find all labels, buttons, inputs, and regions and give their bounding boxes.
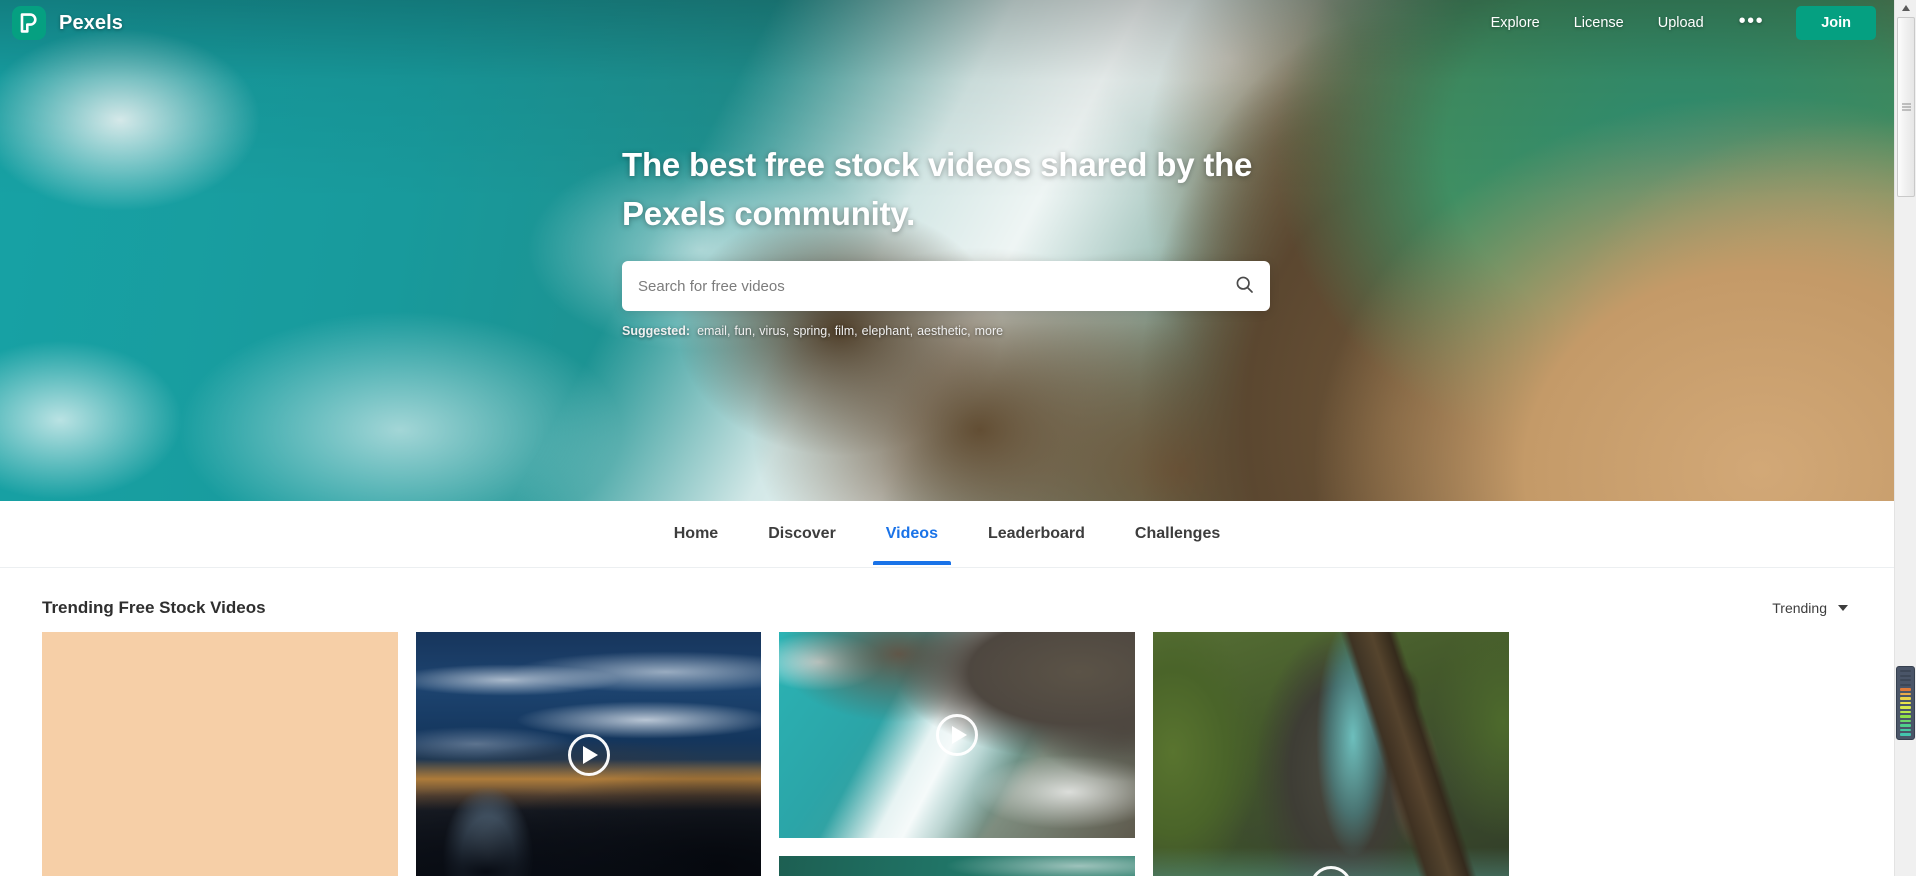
tag-separator: ,: [785, 324, 790, 338]
tab-leaderboard[interactable]: Leaderboard: [963, 503, 1110, 565]
nav-link-license[interactable]: License: [1557, 9, 1641, 37]
level-meter-segment-7: [1900, 701, 1911, 705]
tag-separator: ,: [751, 324, 756, 338]
suggested-label: Suggested:: [622, 324, 691, 338]
level-meter-segment-10: [1900, 715, 1911, 718]
level-meter-segment-8: [1900, 706, 1911, 709]
tag-separator: ,: [909, 324, 914, 338]
suggested-tag-virus[interactable]: virus: [759, 324, 785, 338]
level-meter-segment-12: [1900, 724, 1911, 727]
suggested-tag-email[interactable]: email: [697, 324, 727, 338]
search-bar[interactable]: [622, 261, 1270, 311]
grid-column-2: [416, 632, 761, 876]
brand-name-label: Pexels: [59, 11, 123, 34]
video-thumbnail: [779, 856, 1135, 876]
page-title: Trending Free Stock Videos: [42, 598, 266, 617]
level-meter-segment-4: [1900, 688, 1911, 691]
grid-column-4: [1153, 632, 1509, 876]
video-thumbnail: [416, 632, 761, 876]
browser-viewport: Pexels Explore License Upload ••• Join T…: [0, 0, 1916, 876]
tab-challenges[interactable]: Challenges: [1110, 503, 1245, 565]
video-grid: [0, 624, 1894, 876]
tag-separator: ,: [726, 324, 731, 338]
search-submit-button[interactable]: [1226, 268, 1262, 304]
level-meter-segment-5: [1900, 692, 1911, 696]
level-meter-segment-1: [1900, 674, 1911, 677]
content-tab-bar: Home Discover Videos Leaderboard Challen…: [0, 501, 1894, 568]
video-card-sunset-river[interactable]: [416, 632, 761, 876]
hero-title: The best free stock videos shared by the…: [622, 146, 1253, 232]
video-thumbnail: [42, 632, 398, 876]
sort-dropdown-value: Trending: [1772, 600, 1827, 616]
suggested-tag-more[interactable]: more: [975, 324, 1003, 338]
suggested-searches: Suggested: email, fun, virus, spring, fi…: [622, 324, 1282, 338]
video-card-row2-c[interactable]: [779, 856, 1135, 876]
suggested-tag-aesthetic[interactable]: aesthetic: [917, 324, 967, 338]
level-meter-segment-6: [1900, 697, 1911, 700]
level-meter-segment-3: [1900, 683, 1911, 686]
scrollbar-thumb[interactable]: [1897, 17, 1915, 197]
scrollbar-grip-icon: [1902, 103, 1911, 111]
grid-column-1: [42, 632, 398, 876]
level-meter-segment-9: [1900, 710, 1911, 714]
pexels-p-logo-icon: [12, 6, 46, 40]
sort-dropdown[interactable]: Trending: [1766, 596, 1854, 620]
tag-separator: ,: [967, 324, 971, 338]
page-content: Pexels Explore License Upload ••• Join T…: [0, 0, 1894, 876]
level-meter-segment-14: [1900, 733, 1911, 736]
tab-videos[interactable]: Videos: [861, 503, 963, 565]
top-navigation-bar: Pexels Explore License Upload ••• Join: [0, 0, 1894, 46]
chevron-down-icon: [1838, 605, 1848, 611]
nav-link-upload[interactable]: Upload: [1641, 9, 1721, 37]
join-button[interactable]: Join: [1796, 6, 1876, 40]
search-icon: [1234, 274, 1255, 298]
level-meter-widget[interactable]: [1896, 666, 1915, 740]
level-meter-segment-11: [1900, 719, 1911, 723]
suggested-tag-elephant[interactable]: elephant: [862, 324, 910, 338]
more-options-icon[interactable]: •••: [1721, 8, 1783, 38]
suggested-tag-film[interactable]: film: [835, 324, 854, 338]
suggested-tag-fun[interactable]: fun: [734, 324, 751, 338]
level-meter-segment-13: [1900, 728, 1911, 732]
tag-separator: ,: [854, 324, 858, 338]
video-thumbnail: [1153, 632, 1509, 876]
video-card-peach-abstract[interactable]: [42, 632, 398, 876]
video-card-waterfall[interactable]: [1153, 632, 1509, 876]
hero-content: The best free stock videos shared by the…: [622, 140, 1282, 338]
section-header: Trending Free Stock Videos Trending: [0, 568, 1894, 624]
vertical-scrollbar[interactable]: [1894, 0, 1916, 876]
nav-link-explore[interactable]: Explore: [1474, 9, 1557, 37]
brand-logo-link[interactable]: Pexels: [12, 6, 123, 40]
level-meter-segment-2: [1900, 679, 1911, 682]
triangle-up-glyph: [1902, 5, 1910, 11]
suggested-tag-spring[interactable]: spring: [793, 324, 827, 338]
tag-separator: ,: [827, 324, 831, 338]
hero-section: Pexels Explore License Upload ••• Join T…: [0, 0, 1894, 501]
video-card-aerial-ocean[interactable]: [779, 632, 1135, 838]
scroll-up-arrow-icon[interactable]: [1895, 0, 1916, 16]
grid-column-3: [779, 632, 1135, 876]
tab-discover[interactable]: Discover: [743, 503, 861, 565]
level-meter-segment-0: [1900, 670, 1911, 673]
search-input[interactable]: [622, 261, 1270, 311]
tab-home[interactable]: Home: [649, 503, 743, 565]
video-thumbnail: [779, 632, 1135, 838]
primary-nav: Explore License Upload ••• Join: [1474, 6, 1876, 40]
